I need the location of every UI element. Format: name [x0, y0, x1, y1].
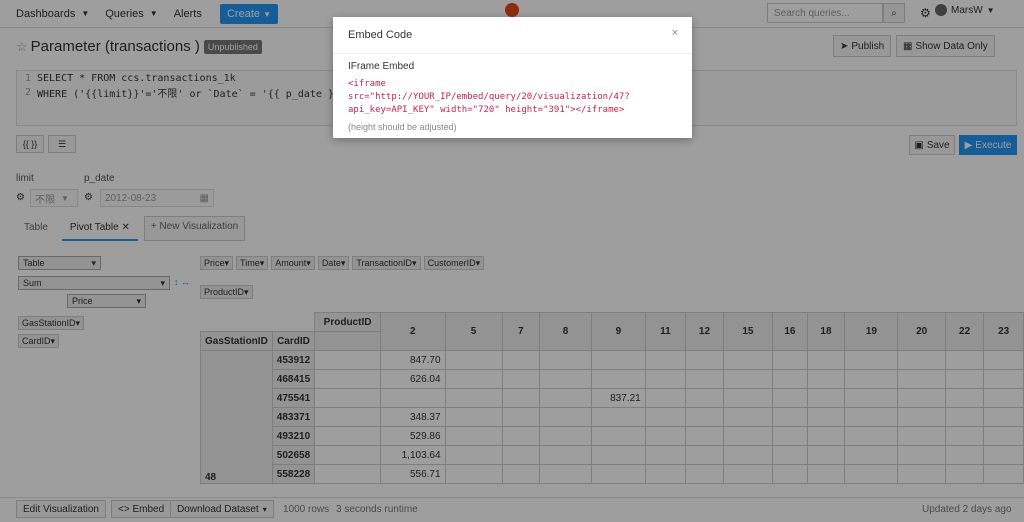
close-icon[interactable]: ×	[672, 27, 678, 39]
embed-code[interactable]: <iframe src="http://YOUR_IP/embed/query/…	[348, 78, 678, 117]
modal-note: (height should be adjusted)	[348, 122, 457, 132]
embed-modal: Embed Code × IFrame Embed <iframe src="h…	[333, 17, 692, 138]
modal-subtitle: IFrame Embed	[348, 61, 415, 72]
modal-title: Embed Code	[348, 29, 413, 41]
modal-divider	[333, 53, 692, 54]
